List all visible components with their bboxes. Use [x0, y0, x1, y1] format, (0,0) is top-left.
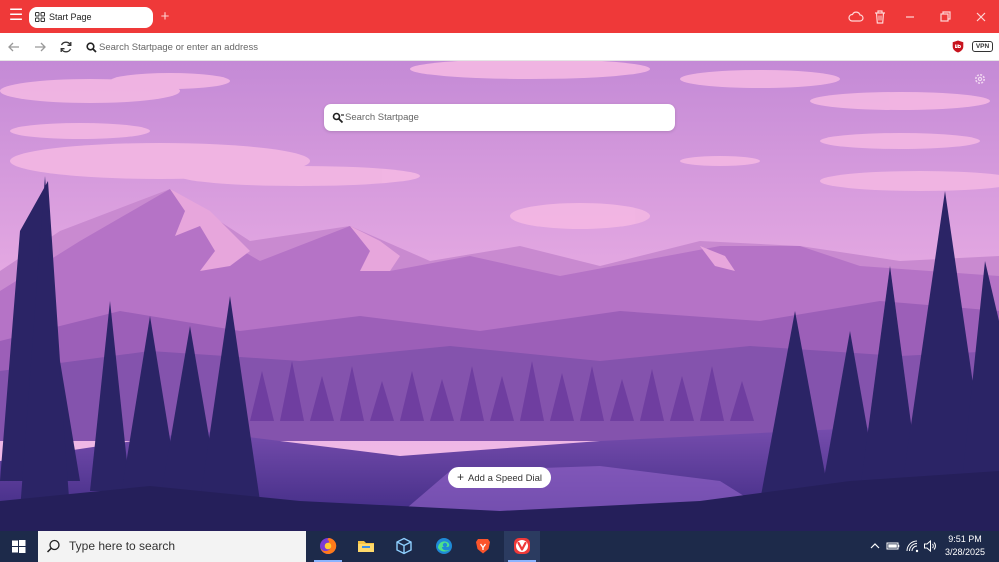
trash-icon[interactable]: [872, 8, 888, 26]
windows-start-icon[interactable]: [0, 531, 37, 562]
ad-blocker-shield-icon[interactable]: [952, 40, 964, 53]
tray-chevron-up-icon[interactable]: [868, 539, 882, 553]
taskbar-3d-app[interactable]: [386, 531, 422, 562]
reload-icon[interactable]: [57, 38, 75, 56]
search-icon: [86, 42, 97, 53]
system-clock[interactable]: 9:51 PM 3/28/2025: [940, 533, 990, 559]
add-speed-dial-button[interactable]: + Add a Speed Dial: [448, 467, 551, 488]
clock-time: 9:51 PM: [948, 534, 982, 544]
windows-taskbar: Type here to search 9:51 PM 3/28/2025: [0, 531, 999, 562]
minimize-icon[interactable]: [902, 8, 918, 26]
vivaldi-icon: [514, 538, 530, 554]
title-bar: ☰ Start Page +: [0, 0, 999, 33]
cloud-sync-icon[interactable]: [848, 8, 864, 26]
plus-icon: +: [457, 470, 465, 484]
battery-icon[interactable]: [886, 539, 900, 553]
volume-icon[interactable]: [923, 539, 937, 553]
vpn-button[interactable]: VPN: [972, 41, 993, 52]
restore-window-icon[interactable]: [937, 8, 953, 26]
wifi-icon[interactable]: [905, 539, 919, 553]
wallpaper-mountain-landscape: [0, 61, 999, 531]
forward-arrow-icon[interactable]: [31, 38, 49, 56]
taskbar-search-text: Type here to search: [69, 539, 176, 553]
edge-icon: [436, 538, 452, 554]
tab-title: Start Page: [49, 12, 92, 22]
taskbar-firefox[interactable]: [310, 531, 346, 562]
add-speed-dial-label: Add a Speed Dial: [468, 473, 542, 484]
startpage-search-box[interactable]: [324, 104, 675, 131]
back-arrow-icon[interactable]: [5, 38, 23, 56]
3d-cube-icon: [396, 537, 412, 555]
start-page: +Add a Speed Dial: [0, 61, 999, 531]
taskbar-brave[interactable]: [465, 531, 501, 562]
clock-date: 3/28/2025: [944, 547, 986, 557]
taskbar-edge[interactable]: [426, 531, 462, 562]
address-input[interactable]: [99, 38, 919, 56]
file-explorer-folder-icon: [358, 541, 374, 552]
taskbar-file-explorer[interactable]: [348, 531, 384, 562]
taskbar-search-box[interactable]: Type here to search: [38, 531, 306, 562]
startpage-search-input[interactable]: [345, 109, 665, 126]
taskbar-vivaldi[interactable]: [504, 531, 540, 562]
hamburger-menu-icon[interactable]: ☰: [6, 6, 26, 26]
firefox-icon: [320, 537, 337, 554]
new-tab-plus-icon[interactable]: +: [158, 8, 172, 26]
speed-dial-grid-icon: [35, 12, 45, 22]
settings-gear-icon[interactable]: [973, 72, 987, 86]
startpage-search-icon: [332, 112, 344, 124]
close-window-icon[interactable]: [973, 8, 989, 26]
address-bar-row: VPN: [0, 33, 999, 61]
taskbar-search-icon: [46, 539, 60, 553]
tab-start-page[interactable]: Start Page: [29, 7, 153, 28]
brave-lion-icon: [476, 539, 490, 554]
